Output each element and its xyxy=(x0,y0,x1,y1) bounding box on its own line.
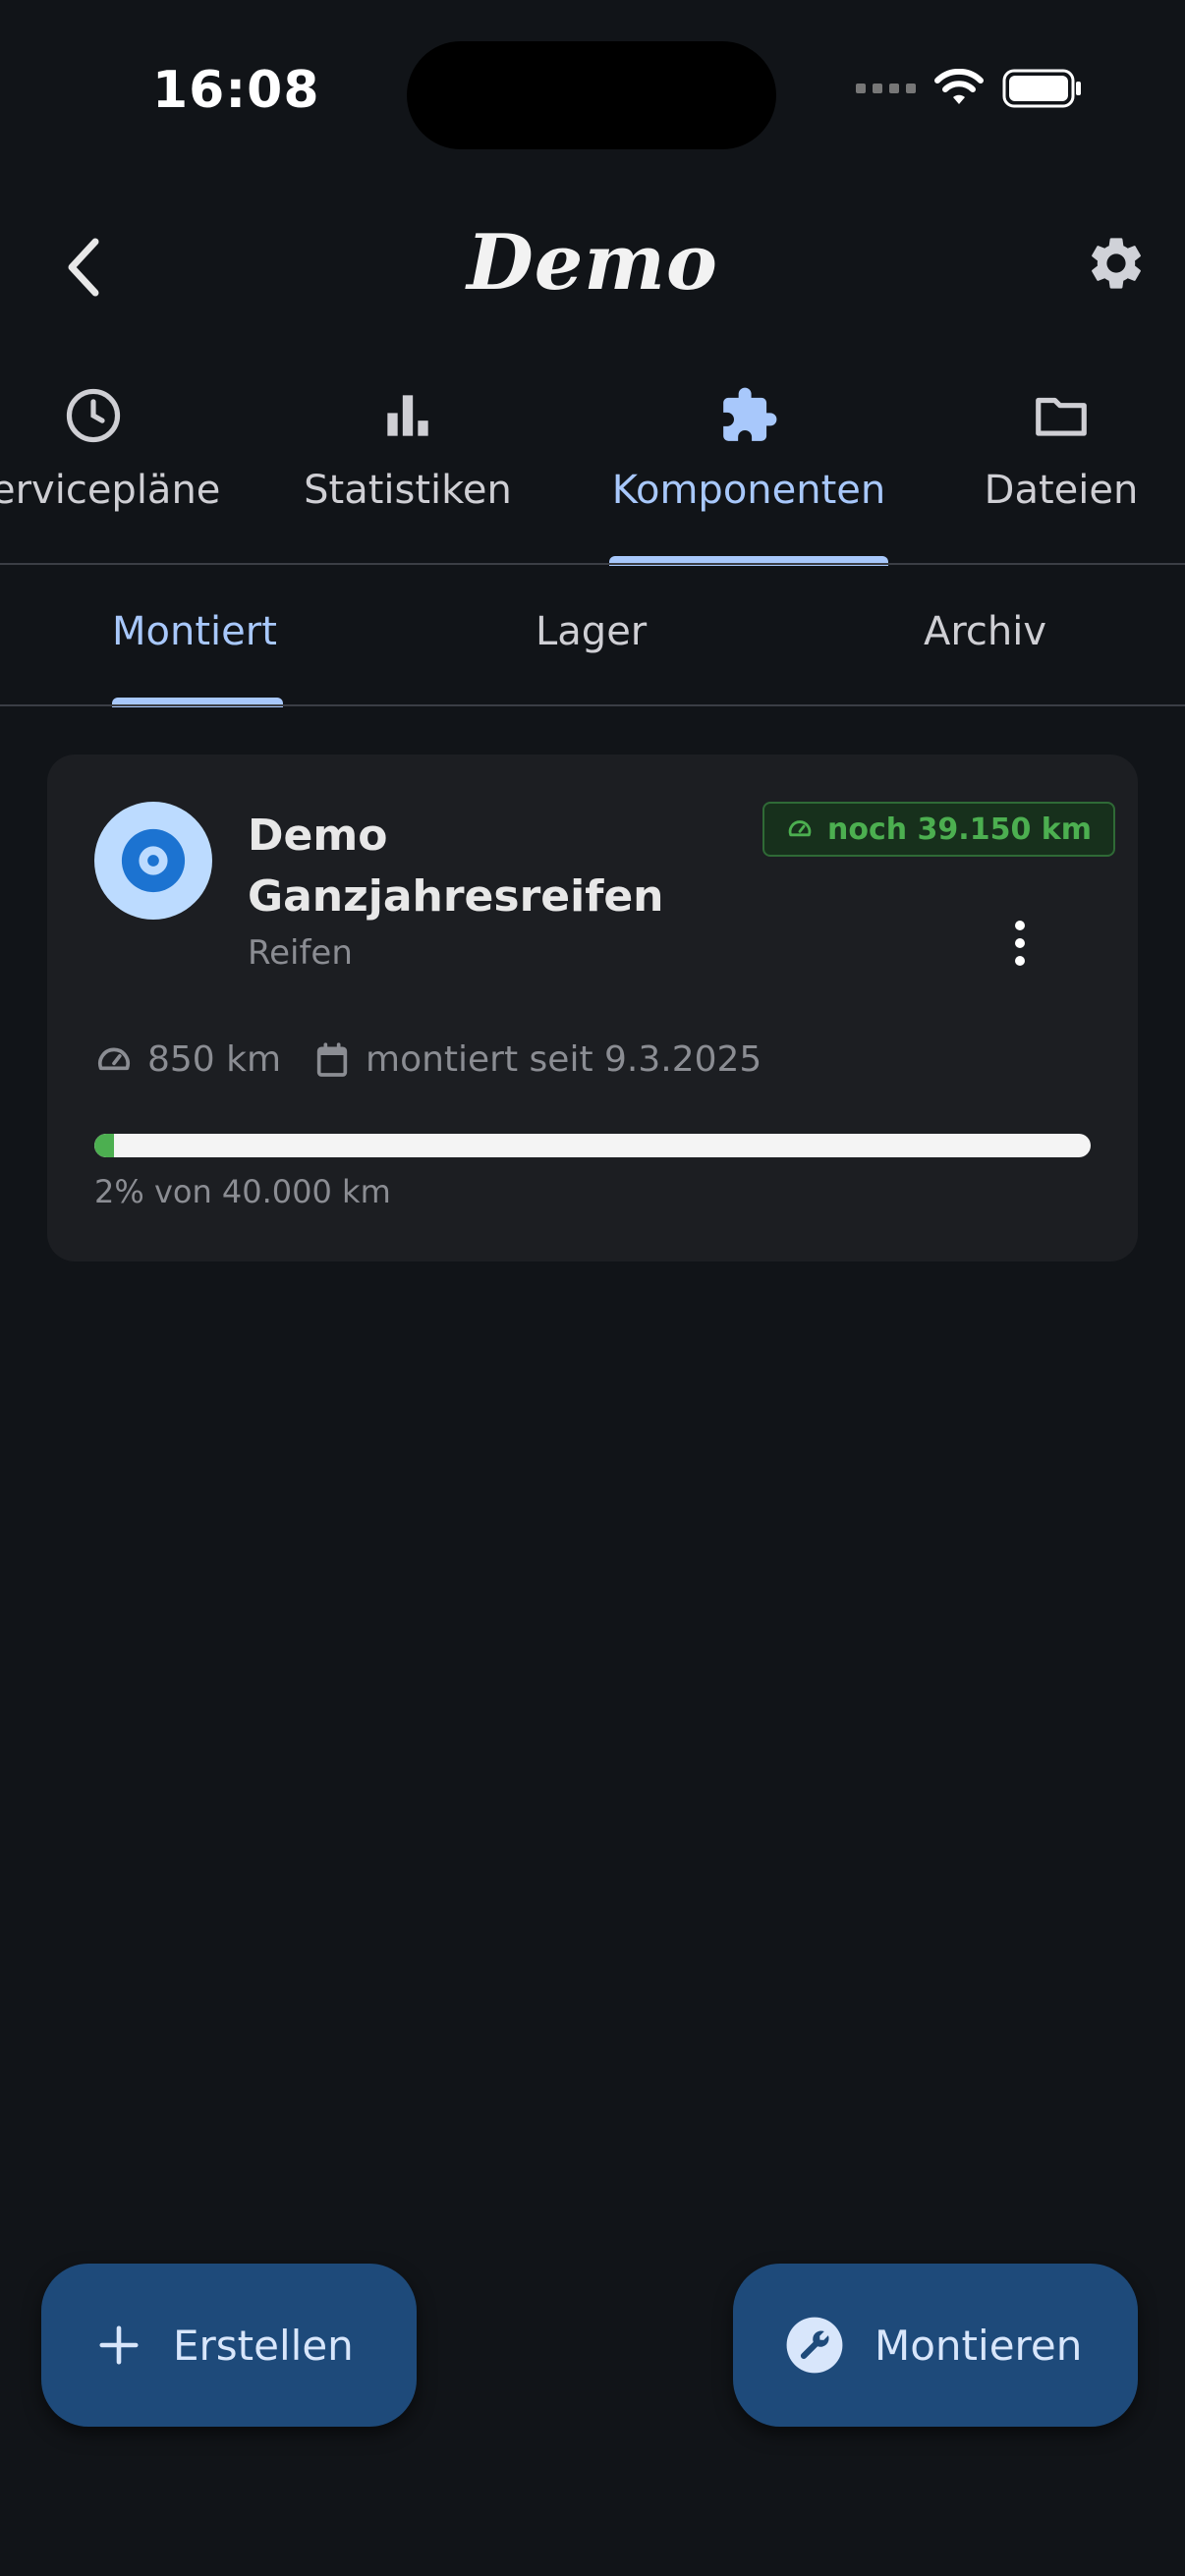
mount-button[interactable]: Montieren xyxy=(733,2264,1138,2427)
tab-statistiken[interactable]: Statistiken xyxy=(290,385,526,513)
battery-icon xyxy=(1002,69,1081,108)
tab-label: Servicepläne xyxy=(0,468,221,513)
subtab-archiv[interactable]: Archiv xyxy=(924,609,1046,654)
remaining-text: noch 39.150 km xyxy=(827,812,1092,847)
more-vertical-icon xyxy=(1015,921,1025,966)
speedometer-icon xyxy=(788,820,812,837)
tab-serviceplaene[interactable]: Servicepläne xyxy=(0,385,220,513)
tab-label: Komponenten xyxy=(611,468,886,513)
mounted-text: montiert seit 9.3.2025 xyxy=(366,1039,762,1080)
mileage-info: 850 km xyxy=(94,1039,281,1080)
tab-dateien[interactable]: Dateien xyxy=(968,385,1155,513)
status-icons xyxy=(856,69,1083,108)
signal-dots-icon xyxy=(856,84,916,93)
wear-progress-bar xyxy=(94,1134,1091,1157)
more-options-button[interactable] xyxy=(990,914,1049,973)
subtab-montiert[interactable]: Montiert xyxy=(112,609,277,654)
component-name: Demo Ganzjahresreifen xyxy=(248,811,664,922)
mounted-info: montiert seit 9.3.2025 xyxy=(312,1039,762,1080)
wear-progress-text: 2% von 40.000 km xyxy=(94,1173,391,1210)
puzzle-icon xyxy=(723,387,777,441)
mount-button-label: Montieren xyxy=(875,2321,1083,2370)
status-time: 16:08 xyxy=(152,61,320,120)
gear-icon xyxy=(1092,238,1141,289)
mileage-text: 850 km xyxy=(147,1039,282,1080)
create-button-label: Erstellen xyxy=(173,2321,354,2370)
calendar-icon xyxy=(316,1041,348,1077)
tab-label: Dateien xyxy=(984,468,1139,513)
remaining-badge: noch 39.150 km xyxy=(762,802,1115,857)
wear-progress-fill xyxy=(94,1134,115,1157)
component-avatar xyxy=(94,802,212,920)
settings-button[interactable] xyxy=(1077,224,1156,303)
clock-icon xyxy=(66,388,121,443)
speedometer-icon xyxy=(98,1047,130,1070)
tab-label: Statistiken xyxy=(304,468,512,513)
plus-icon xyxy=(99,2325,139,2365)
subtab-lager[interactable]: Lager xyxy=(536,609,647,654)
folder-icon xyxy=(1036,397,1087,436)
create-button[interactable]: Erstellen xyxy=(41,2264,417,2427)
bar-chart-icon xyxy=(387,395,428,436)
tab-komponenten[interactable]: Komponenten xyxy=(601,385,896,513)
tire-icon xyxy=(121,828,186,893)
dynamic-island xyxy=(407,41,776,149)
sub-tabs-divider xyxy=(0,704,1185,706)
wrench-icon xyxy=(786,2317,843,2374)
component-type: Reifen xyxy=(248,933,353,973)
page-title: Demo xyxy=(467,218,718,308)
main-tabs-divider xyxy=(0,563,1185,565)
wifi-icon xyxy=(934,69,984,104)
